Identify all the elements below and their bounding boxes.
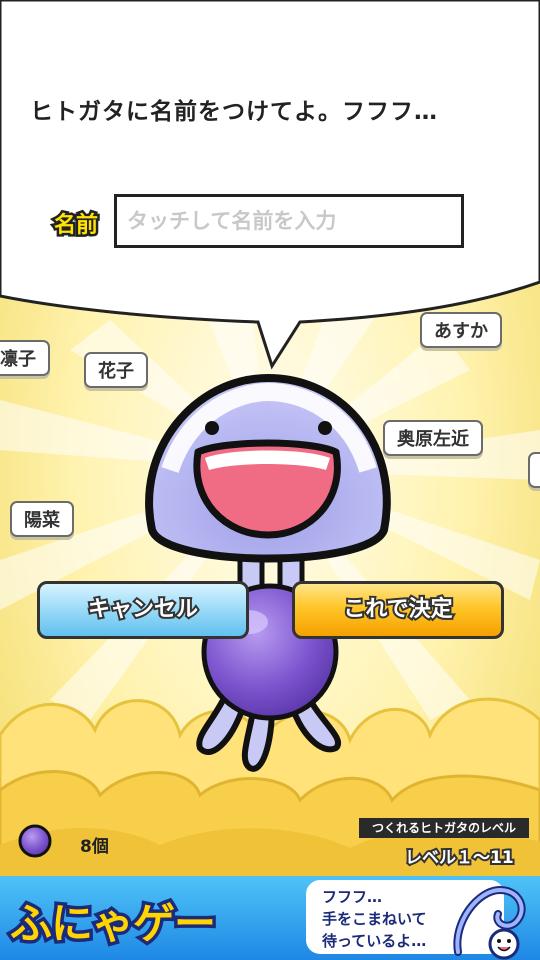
ad-line-3: 待っているよ…	[322, 932, 427, 950]
name-label: 名前	[51, 211, 100, 241]
name-chip-hanako[interactable]: 花子	[84, 352, 148, 388]
cancel-button[interactable]: キャンセル	[37, 581, 249, 639]
scene-background	[0, 0, 540, 960]
confirm-button[interactable]: これで決定	[292, 581, 504, 639]
orb-icon	[18, 824, 52, 858]
level-title: つくれるヒトガタのレベル	[359, 818, 529, 838]
name-chip-partial[interactable]	[528, 452, 540, 488]
ad-logo: ふにゃゲー	[6, 896, 219, 952]
game-screen: ヒトガタに名前をつけてよ。フフフ… 名前 凛子 花子 あすか 奥原左近 陽菜 キ…	[0, 0, 540, 960]
name-chip-asuka[interactable]: あすか	[420, 312, 502, 348]
name-chip-rinko[interactable]: 凛子	[0, 340, 50, 376]
orb-count: 8個	[80, 837, 109, 857]
level-range: レベル１～11	[403, 846, 516, 870]
dialog-message: ヒトガタに名前をつけてよ。フフフ…	[30, 99, 438, 125]
ad-line-2: 手をこまねいて	[322, 910, 427, 928]
name-input[interactable]	[114, 194, 464, 248]
ad-mascot-icon	[453, 885, 526, 960]
name-chip-hina[interactable]: 陽菜	[10, 501, 74, 537]
ad-banner[interactable]: ふにゃゲー フフフ… 手をこまねいて 待っているよ…	[0, 876, 540, 960]
name-chip-okuhara-sakon[interactable]: 奥原左近	[383, 420, 483, 456]
ad-line-1: フフフ…	[322, 888, 383, 906]
